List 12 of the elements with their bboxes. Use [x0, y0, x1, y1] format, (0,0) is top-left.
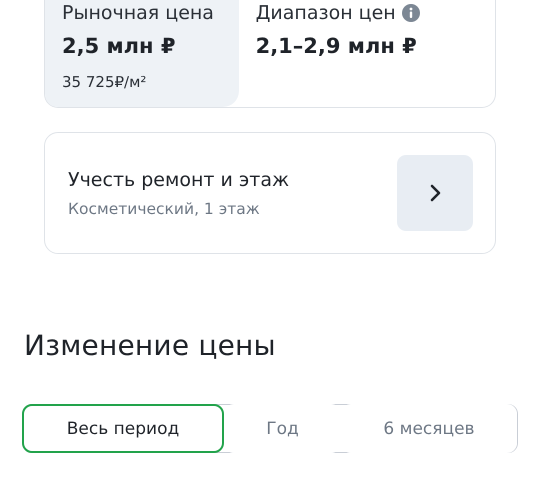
- period-tab[interactable]: Весь период: [22, 404, 224, 453]
- price-range-value: 2,1–2,9 млн ₽: [256, 33, 418, 60]
- price-range-label: Диапазон цен: [256, 1, 396, 26]
- price-per-meter: 35 725₽/м²: [62, 72, 148, 92]
- card-title: Учесть ремонт и этаж: [68, 168, 290, 193]
- info-icon[interactable]: [402, 4, 420, 22]
- market-price-label: Рыночная цена: [62, 1, 215, 26]
- market-price-value: 2,5 млн ₽: [62, 33, 176, 60]
- chevron-right-icon: [429, 184, 441, 202]
- card-subtitle: Косметический, 1 этаж: [68, 199, 261, 219]
- renovation-floor-card[interactable]: Учесть ремонт и этаж Косметический, 1 этаж: [44, 132, 496, 254]
- section-title: Изменение цены: [24, 328, 277, 364]
